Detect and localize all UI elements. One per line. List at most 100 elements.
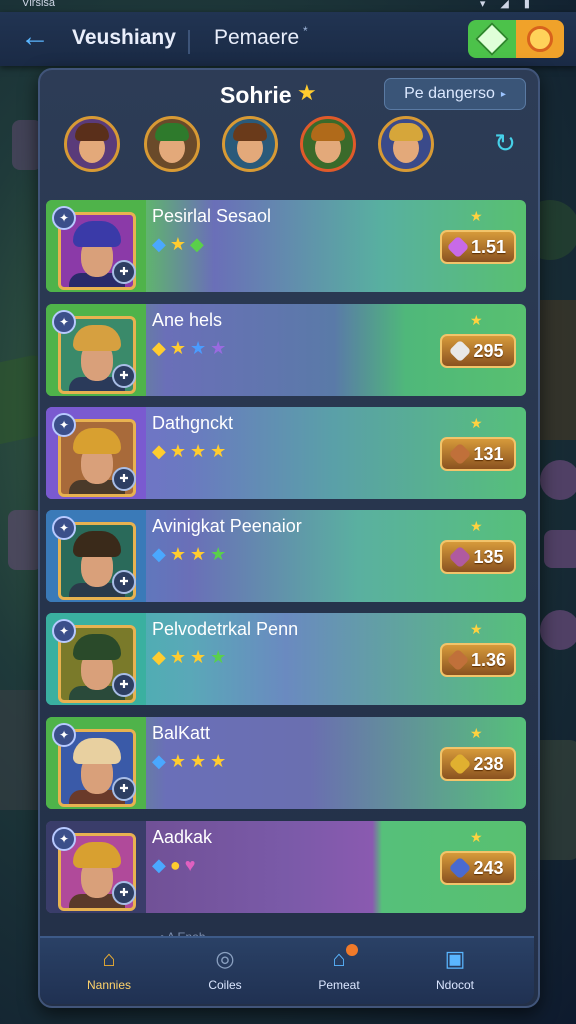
- rarity-star-icon: ★: [169, 751, 188, 771]
- favorite-star-icon[interactable]: ★: [470, 518, 483, 535]
- favorite-star-icon[interactable]: ★: [470, 829, 483, 846]
- rarity-stars: ◆ ★ ★ ★: [152, 751, 230, 772]
- favorite-star-icon[interactable]: ★: [470, 208, 483, 225]
- avatar-filter-2[interactable]: [144, 116, 200, 172]
- status-time: Vlrsisa: [22, 0, 56, 9]
- character-row[interactable]: ✦ ✚ BalKatt ◆ ★ ★ ★ ★ 238: [46, 717, 526, 809]
- rarity-star-icon: ◆: [152, 647, 168, 667]
- currency-icon: [449, 752, 472, 776]
- rarity-star-icon: ♥: [184, 855, 198, 875]
- bottom-navigation: ⌂ Nannies ◎ Coiles ⌂ Pemeat ▣ Ndocot: [40, 936, 534, 1004]
- nav-item-4[interactable]: ▣ Ndocot: [400, 942, 510, 1002]
- tab-veushiany[interactable]: Veushiany: [72, 26, 176, 50]
- avatar-filter-5[interactable]: [378, 116, 434, 172]
- portrait-hair: [73, 428, 121, 454]
- character-name: Ane hels: [152, 310, 223, 330]
- nav-item-2[interactable]: ◎ Coiles: [170, 942, 280, 1002]
- price-button[interactable]: 135: [440, 540, 516, 574]
- bg-scenery-marker: [540, 610, 576, 650]
- coin-icon: [527, 26, 553, 52]
- tab-divider: [188, 30, 190, 54]
- nav-label: Ndocot: [435, 978, 475, 992]
- price-value: 238: [473, 753, 504, 774]
- currency-icon: [449, 339, 472, 363]
- toggle-gem-option[interactable]: [468, 20, 516, 58]
- avatar-filter-1[interactable]: [64, 116, 120, 172]
- character-row[interactable]: ✦ ✚ Pesirlal Sesaol ◆ ★ ◆ ★ 1.51: [46, 200, 526, 292]
- notification-dot: [346, 944, 358, 956]
- price-value: 1.51: [470, 236, 507, 257]
- rarity-star-icon: ◆: [152, 441, 168, 461]
- favorite-star-icon[interactable]: ★: [470, 415, 483, 432]
- class-badge-icon: ✚: [112, 881, 136, 905]
- price-value: 243: [473, 857, 504, 878]
- price-button[interactable]: 238: [440, 747, 516, 781]
- rarity-star-icon: ★: [189, 647, 209, 667]
- gem-icon: [475, 22, 509, 56]
- rarity-star-icon: ★: [169, 234, 188, 254]
- tab-notice-mark: *: [303, 24, 308, 38]
- class-badge-icon: ✚: [112, 777, 136, 801]
- character-row[interactable]: ✦ ✚ Avinigkat Peenaior ◆ ★ ★ ★ ★ 135: [46, 510, 526, 602]
- currency-icon: [449, 545, 472, 569]
- rarity-stars: ◆ ★ ★ ★: [152, 647, 230, 668]
- avatar-hair: [389, 123, 423, 141]
- nav-label: Pemeat: [318, 978, 360, 992]
- price-button[interactable]: 1.51: [440, 230, 516, 264]
- nav-item-1[interactable]: ⌂ Nannies: [54, 942, 164, 1002]
- rarity-star-icon: ★: [169, 647, 188, 667]
- tab-pemaere[interactable]: Pemaere: [214, 26, 299, 50]
- rarity-star-icon: ★: [210, 441, 229, 461]
- character-row[interactable]: ✦ ✚ Dathgnckt ◆ ★ ★ ★ ★ 131: [46, 407, 526, 499]
- avatar-filter-4[interactable]: [300, 116, 356, 172]
- character-row[interactable]: ✦ ✚ Pelvodetrkal Penn ◆ ★ ★ ★ ★ 1.36: [46, 613, 526, 705]
- title-star-icon: ★: [297, 80, 317, 105]
- portrait-hair: [73, 634, 121, 660]
- avatar-filter-3[interactable]: [222, 116, 278, 172]
- bg-scenery-marker: [544, 530, 576, 568]
- rank-badge-icon: ✦: [52, 206, 76, 230]
- rank-badge-icon: ✦: [52, 516, 76, 540]
- character-name: Pesirlal Sesaol: [152, 206, 272, 226]
- sort-dropdown-button[interactable]: Pe dangerso ▸: [384, 78, 526, 110]
- rarity-star-icon: ★: [189, 338, 209, 358]
- toggle-coin-option[interactable]: [516, 20, 564, 58]
- avatar-hair: [75, 123, 109, 141]
- rarity-stars: ◆ ★ ★ ★: [152, 338, 230, 359]
- class-badge-icon: ✚: [112, 364, 136, 388]
- price-button[interactable]: 131: [440, 437, 516, 471]
- rank-badge-icon: ✦: [52, 413, 76, 437]
- rarity-star-icon: ★: [210, 544, 229, 564]
- sort-label: Pe dangerso: [404, 85, 495, 102]
- rank-badge-icon: ✦: [52, 827, 76, 851]
- portrait-frame: ✦ ✚: [46, 304, 146, 396]
- back-arrow-icon[interactable]: ←: [18, 22, 52, 56]
- character-row[interactable]: ✦ ✚ Ane hels ◆ ★ ★ ★ ★ 295: [46, 304, 526, 396]
- favorite-star-icon[interactable]: ★: [470, 312, 483, 329]
- rarity-star-icon: ★: [210, 647, 229, 667]
- price-button[interactable]: 243: [440, 851, 516, 885]
- rarity-stars: ◆ ★ ★ ★: [152, 544, 230, 565]
- price-button[interactable]: 295: [440, 334, 516, 368]
- class-badge-icon: ✚: [112, 570, 136, 594]
- rarity-star-icon: ◆: [152, 338, 168, 358]
- portrait-frame: ✦ ✚: [46, 821, 146, 913]
- status-bar: Vlrsisa ▾ ◢ ▮: [0, 0, 576, 12]
- character-name: Avinigkat Peenaior: [152, 516, 302, 536]
- inbox-icon: ▣: [444, 946, 466, 971]
- price-button[interactable]: 1.36: [440, 643, 516, 677]
- refresh-icon[interactable]: ↻: [490, 128, 520, 158]
- portrait-hair: [73, 738, 121, 764]
- currency-icon: [446, 648, 470, 672]
- favorite-star-icon[interactable]: ★: [470, 621, 483, 638]
- rarity-star-icon: ★: [210, 338, 229, 358]
- nav-item-3[interactable]: ⌂ Pemeat: [284, 942, 394, 1002]
- currency-toggle[interactable]: [468, 20, 564, 58]
- rarity-star-icon: ★: [169, 338, 188, 358]
- favorite-star-icon[interactable]: ★: [470, 725, 483, 742]
- bg-scenery-marker: [540, 460, 576, 500]
- nav-label: Coiles: [208, 978, 242, 992]
- character-row[interactable]: ✦ ✚ Aadkak ◆ ● ♥ ★ 243: [46, 821, 526, 913]
- rarity-star-icon: ★: [189, 544, 209, 564]
- rank-badge-icon: ✦: [52, 310, 76, 334]
